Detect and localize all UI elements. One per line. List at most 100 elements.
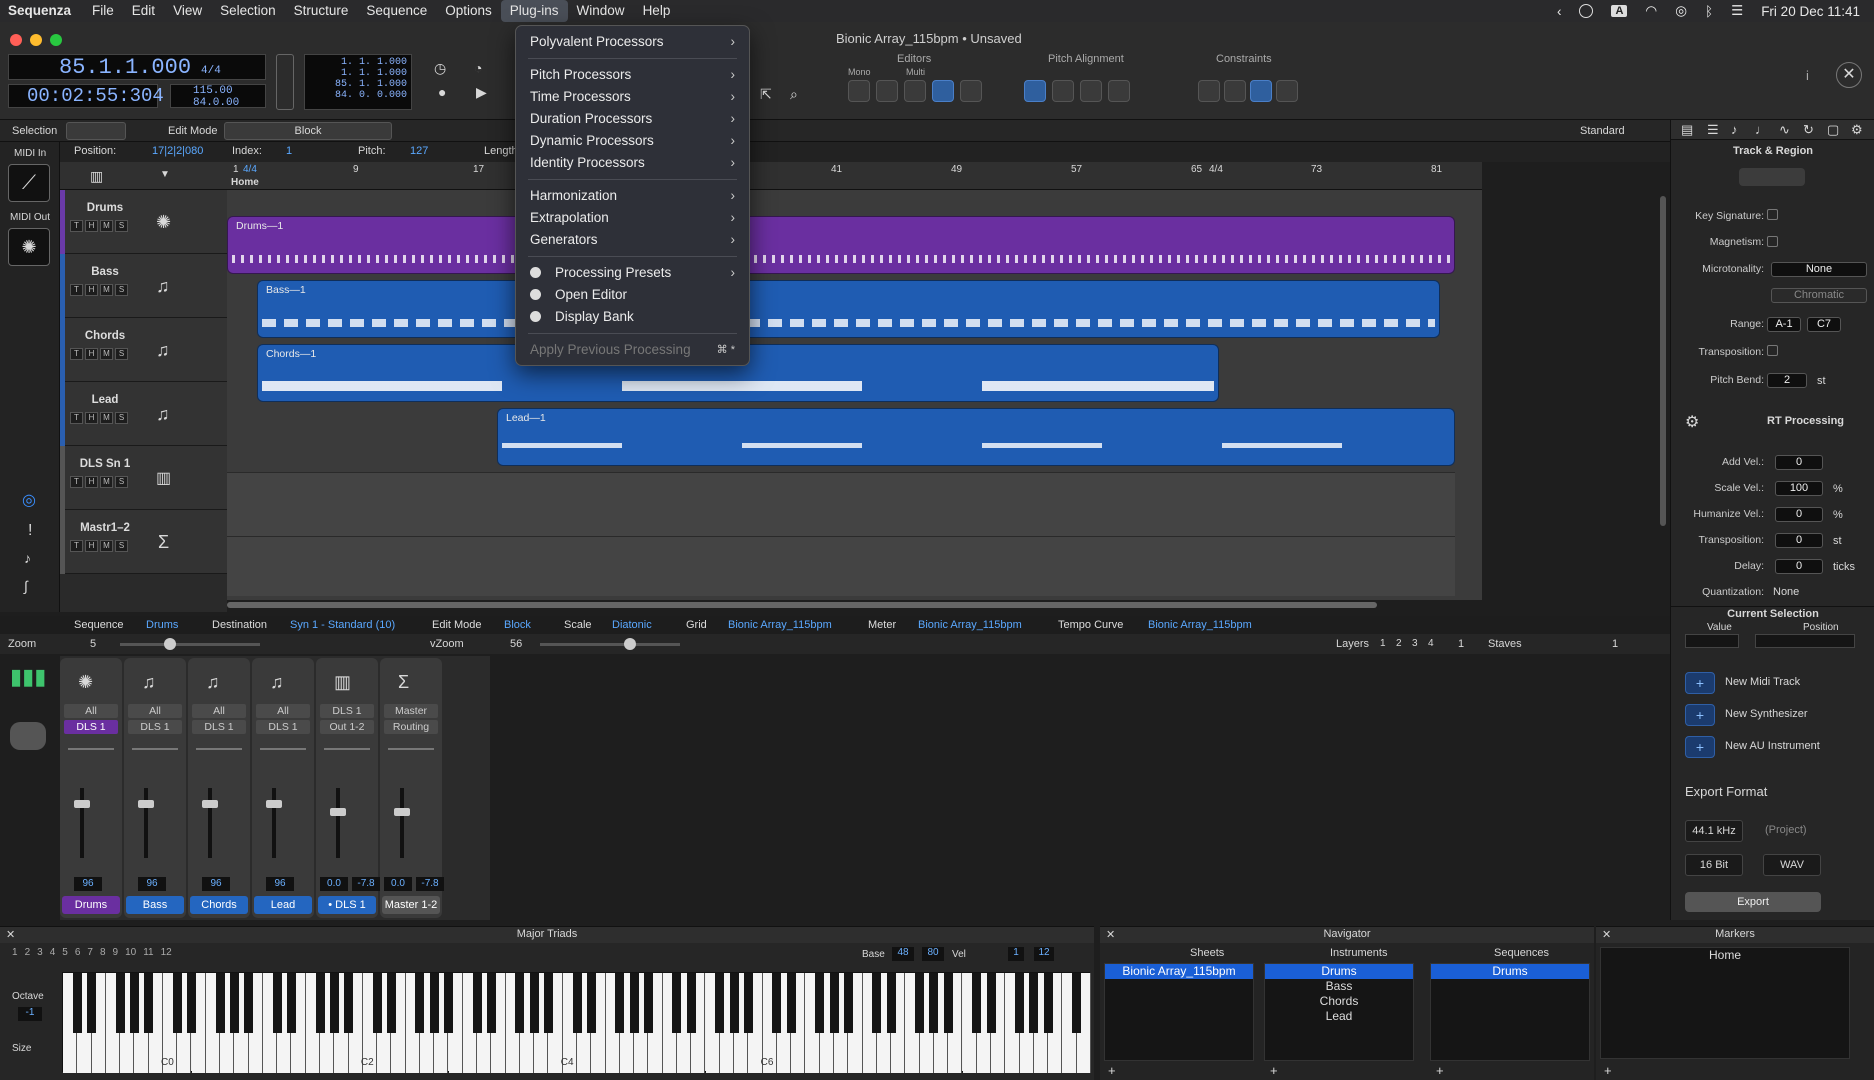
strip-name[interactable]: Drums <box>62 896 120 914</box>
solo-button[interactable]: S <box>115 284 128 296</box>
black-key[interactable] <box>586 973 596 1033</box>
instrument-icon[interactable]: ♫ <box>270 672 284 693</box>
strip-name[interactable]: Master 1-2 <box>382 896 440 914</box>
menu-structure[interactable]: Structure <box>285 0 358 22</box>
scale-value[interactable]: Diatonic <box>612 619 652 631</box>
black-key[interactable] <box>629 973 639 1033</box>
black-key[interactable] <box>543 973 553 1033</box>
volume-fader[interactable] <box>272 788 276 858</box>
sequence-item[interactable]: Drums <box>1431 964 1589 979</box>
vzoom-value[interactable]: 56 <box>510 638 522 650</box>
pan-slider[interactable] <box>132 748 178 750</box>
vertical-scrollbar[interactable] <box>1660 196 1666 526</box>
home-marker[interactable]: Home <box>231 177 259 188</box>
track-button[interactable]: T <box>70 540 83 552</box>
tempo-curve-value[interactable]: Bionic Array_115bpm <box>1148 619 1252 631</box>
window-tab-icon[interactable]: ▢ <box>1827 122 1839 138</box>
black-key[interactable] <box>643 973 653 1033</box>
black-key[interactable] <box>715 973 725 1033</box>
preset-number[interactable]: 11 <box>143 947 153 958</box>
mute-button[interactable]: M <box>100 220 113 232</box>
preset-number[interactable]: 1 <box>12 947 18 958</box>
preset-number[interactable]: 9 <box>113 947 119 958</box>
level-meter-icon[interactable]: ▮▮▮ <box>10 664 46 690</box>
menu-item-dynamic-processors[interactable]: Dynamic Processors › <box>516 130 749 152</box>
preset-number[interactable]: 2 <box>25 947 31 958</box>
marker-item[interactable]: Home <box>1601 948 1849 963</box>
counter-display[interactable]: 1. 1. 1.000 1. 1. 1.000 85. 1. 1.000 84.… <box>304 54 412 110</box>
volume-fader[interactable] <box>144 788 148 858</box>
horizontal-scrollbar[interactable] <box>227 602 1377 608</box>
volume-fader[interactable] <box>80 788 84 858</box>
constraint-snap-button[interactable] <box>1276 80 1298 102</box>
black-key[interactable] <box>329 973 339 1033</box>
volume-fader[interactable] <box>208 788 212 858</box>
meter-value[interactable]: Bionic Array_115bpm <box>918 619 1022 631</box>
black-key[interactable] <box>187 973 196 1033</box>
track-dls-synth[interactable]: DLS Sn 1 THMS ▥ <box>60 446 227 510</box>
add-icon[interactable]: + <box>1436 1063 1444 1078</box>
black-key[interactable] <box>972 973 982 1033</box>
black-key[interactable] <box>986 973 996 1033</box>
delay-field[interactable]: 0 <box>1775 559 1823 574</box>
range-high-field[interactable]: C7 <box>1807 317 1841 332</box>
add-icon[interactable]: + <box>1108 1063 1116 1078</box>
menu-item-generators[interactable]: Generators › <box>516 229 749 251</box>
black-key[interactable] <box>1072 973 1082 1033</box>
instrument-icon[interactable]: ♫ <box>142 672 156 693</box>
preset-number[interactable]: 4 <box>50 947 56 958</box>
menu-options[interactable]: Options <box>436 0 501 22</box>
track-drums[interactable]: Drums THMS ✺ <box>60 190 227 254</box>
preset-number[interactable]: 5 <box>62 947 68 958</box>
chevron-down-icon[interactable]: ▼ <box>160 169 170 180</box>
score-editor-button[interactable] <box>876 80 898 102</box>
grid-value[interactable]: Bionic Array_115bpm <box>728 619 832 631</box>
strip-input-select[interactable]: Master <box>384 704 438 718</box>
mute-button[interactable]: M <box>100 412 113 424</box>
pan-slider[interactable] <box>196 748 242 750</box>
black-key[interactable] <box>115 973 125 1033</box>
channel-field[interactable]: 1 <box>1008 947 1024 961</box>
menu-item-duration-processors[interactable]: Duration Processors › <box>516 108 749 130</box>
list-editor-button[interactable] <box>848 80 870 102</box>
volume-fader[interactable] <box>400 788 404 858</box>
black-key[interactable] <box>486 973 496 1033</box>
menu-selection[interactable]: Selection <box>211 0 285 22</box>
control-center-icon[interactable]: ☰ <box>1731 3 1743 19</box>
magnifier-icon[interactable]: ⌕ <box>790 86 798 103</box>
fader-knob[interactable] <box>202 800 218 808</box>
region-bass[interactable]: Bass—1 <box>257 280 1440 338</box>
solo-button[interactable]: S <box>115 476 128 488</box>
pitch-align-1-button[interactable] <box>1024 80 1046 102</box>
zoom-slider[interactable] <box>120 638 260 650</box>
mute-button[interactable]: M <box>100 540 113 552</box>
selection-tool-select[interactable] <box>66 122 126 140</box>
loop-tab-icon[interactable]: ↻ <box>1803 122 1814 138</box>
edit-mode-select[interactable]: Block <box>224 122 392 140</box>
black-key[interactable] <box>386 973 396 1033</box>
track-button[interactable]: T <box>70 476 83 488</box>
sequences-list[interactable]: Drums <box>1430 963 1590 1061</box>
track-bass[interactable]: Bass THMS ♫ <box>60 254 227 318</box>
sheets-header[interactable]: Sheets <box>1190 947 1224 959</box>
wifi-icon[interactable]: ◠ <box>1645 3 1657 19</box>
black-key[interactable] <box>1043 973 1053 1033</box>
strip-volume-value[interactable]: 96 <box>202 877 230 891</box>
track-button[interactable]: T <box>70 348 83 360</box>
black-key[interactable] <box>743 973 753 1033</box>
base-high-field[interactable]: 80 <box>922 947 944 961</box>
preset-number[interactable]: 10 <box>125 947 136 958</box>
track-name[interactable]: Drums <box>60 202 150 214</box>
black-key[interactable] <box>129 973 139 1033</box>
index-field[interactable]: 1 <box>286 145 292 157</box>
track-button[interactable]: H <box>85 412 98 424</box>
gear-icon[interactable]: ⚙ <box>1851 122 1863 138</box>
black-key[interactable] <box>615 973 625 1033</box>
strip-input-select[interactable]: All <box>128 704 182 718</box>
channel-high-field[interactable]: 12 <box>1034 947 1054 961</box>
track-button[interactable]: T <box>70 412 83 424</box>
record-icon[interactable]: ● <box>438 84 446 100</box>
track-master[interactable]: Mastr1–2 THMS Σ <box>60 510 227 574</box>
track-name[interactable]: DLS Sn 1 <box>60 458 150 470</box>
piano-roll-button[interactable] <box>904 80 926 102</box>
